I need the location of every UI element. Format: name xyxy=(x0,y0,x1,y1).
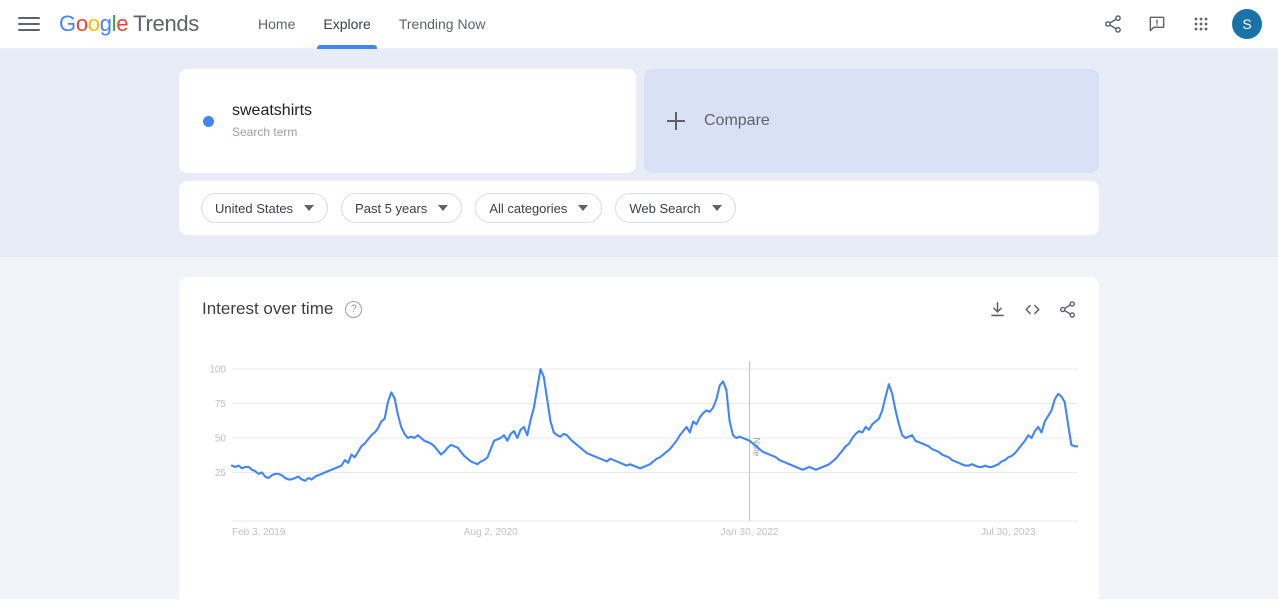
embed-code-icon[interactable] xyxy=(1023,300,1042,319)
svg-text:25: 25 xyxy=(215,468,227,479)
avatar[interactable]: S xyxy=(1232,9,1262,39)
chart-title: Interest over time xyxy=(202,299,333,319)
help-circle-icon[interactable]: ? xyxy=(345,301,362,318)
svg-text:100: 100 xyxy=(209,365,226,376)
search-type-filter[interactable]: Web Search xyxy=(615,193,735,223)
apps-grid-icon[interactable] xyxy=(1179,2,1223,46)
product-name: Trends xyxy=(133,11,199,37)
feedback-icon[interactable] xyxy=(1135,2,1179,46)
chart-series-line xyxy=(232,369,1078,481)
search-terms-row: sweatshirts Search term Compare xyxy=(179,69,1099,173)
chart-y-axis-labels: 25 50 75 100 xyxy=(209,365,226,480)
chevron-down-icon xyxy=(578,205,588,211)
interest-over-time-card: Interest over time ? xyxy=(179,277,1099,613)
category-filter[interactable]: All categories xyxy=(475,193,602,223)
results-section: Interest over time ? xyxy=(0,257,1278,599)
time-range-filter-value: Past 5 years xyxy=(355,201,427,216)
location-filter[interactable]: United States xyxy=(201,193,328,223)
chevron-down-icon xyxy=(712,205,722,211)
share-icon[interactable] xyxy=(1091,2,1135,46)
chart-actions xyxy=(988,300,1077,319)
compare-button[interactable]: Compare xyxy=(644,69,1099,173)
query-section: sweatshirts Search term Compare United S… xyxy=(0,49,1278,257)
svg-text:Jul 30, 2023: Jul 30, 2023 xyxy=(981,527,1036,538)
share-chart-icon[interactable] xyxy=(1058,300,1077,319)
app-bar-actions: S xyxy=(1091,2,1278,46)
category-filter-value: All categories xyxy=(489,201,567,216)
hamburger-menu-icon[interactable] xyxy=(18,12,42,36)
search-term-card[interactable]: sweatshirts Search term xyxy=(179,69,636,173)
chart-plot-area[interactable]: 255075100 Note Feb 3, 2019Aug 2, 2020Jan… xyxy=(202,361,1077,551)
nav-tab-trending-now[interactable]: Trending Now xyxy=(385,0,500,49)
nav-tab-home[interactable]: Home xyxy=(244,0,309,49)
google-trends-logo[interactable]: Google Trends xyxy=(59,11,199,37)
nav-tab-explore[interactable]: Explore xyxy=(309,0,384,49)
app-bar: Google Trends Home Explore Trending Now xyxy=(0,0,1278,49)
plus-icon xyxy=(667,112,685,130)
search-term-type: Search term xyxy=(232,123,312,141)
svg-text:75: 75 xyxy=(215,399,227,410)
location-filter-value: United States xyxy=(215,201,293,216)
google-wordmark: Google xyxy=(59,11,128,37)
interest-over-time-line-chart[interactable]: 255075100 Note Feb 3, 2019Aug 2, 2020Jan… xyxy=(202,361,1078,551)
filter-bar: United States Past 5 years All categorie… xyxy=(179,181,1099,235)
search-term-label: sweatshirts xyxy=(232,101,312,121)
chart-x-axis-labels: Feb 3, 2019 Aug 2, 2020 Jan 30, 2022 Jul 30… xyxy=(232,527,1036,538)
chart-gridlines xyxy=(232,369,1078,521)
series-color-dot xyxy=(203,116,214,127)
chart-header: Interest over time ? xyxy=(202,299,1077,319)
svg-text:50: 50 xyxy=(215,434,227,445)
compare-label: Compare xyxy=(704,112,770,130)
svg-text:Jan 30, 2022: Jan 30, 2022 xyxy=(721,527,779,538)
chevron-down-icon xyxy=(438,205,448,211)
main-navigation: Home Explore Trending Now xyxy=(244,0,499,49)
svg-text:Aug 2, 2020: Aug 2, 2020 xyxy=(464,527,518,538)
svg-text:Feb 3, 2019: Feb 3, 2019 xyxy=(232,527,286,538)
download-csv-icon[interactable] xyxy=(988,300,1007,319)
time-range-filter[interactable]: Past 5 years xyxy=(341,193,462,223)
chevron-down-icon xyxy=(304,205,314,211)
search-type-filter-value: Web Search xyxy=(629,201,700,216)
